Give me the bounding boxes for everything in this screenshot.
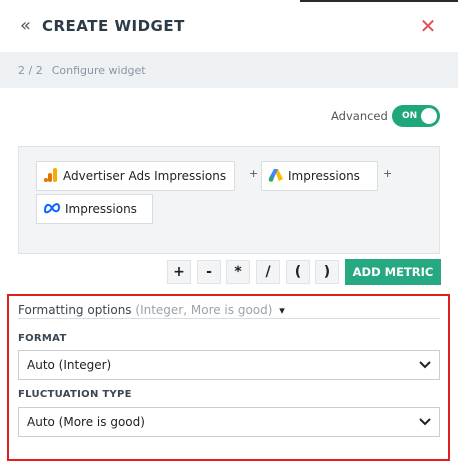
metric-chip-label: Advertiser Ads Impressions [63,169,227,183]
toggle-state-text: ON [402,111,418,121]
operator-close-paren-button[interactable]: ) [315,260,339,284]
metric-chip-label: Impressions [288,169,360,183]
divider [18,318,440,319]
operator-plus-button[interactable]: + [167,260,191,284]
step-count: 2 / 2 [18,63,43,77]
operator-multiply-button[interactable]: * [226,260,250,284]
format-label: FORMAT [18,333,67,344]
format-select-value: Auto (Integer) [27,358,112,372]
step-label: Configure widget [51,63,146,77]
formatting-options-toggle[interactable]: Formatting options (Integer, More is goo… [18,302,285,319]
metric-plus-sign: + [249,167,259,180]
metric-chip-meta-impressions[interactable]: Impressions [36,194,153,224]
metric-plus-sign: + [383,167,393,180]
operator-open-paren-button[interactable]: ( [286,260,310,284]
page-title: CREATE WIDGET [42,17,185,35]
chevron-down-icon [419,408,431,436]
fluctuation-type-select[interactable]: Auto (More is good) [18,407,440,437]
meta-icon [43,202,61,217]
toggle-knob [421,108,437,124]
operator-divide-button[interactable]: / [256,260,280,284]
metric-formula-box[interactable]: Advertiser Ads Impressions + Impressions… [18,146,440,254]
widget-header: « CREATE WIDGET ✕ [0,0,458,52]
metric-chip-advertiser-ads-impressions[interactable]: Advertiser Ads Impressions [36,161,236,191]
fluctuation-type-label: FLUCTUATION TYPE [18,389,132,400]
advanced-toggle[interactable]: ON [392,105,440,127]
chevron-down-icon [419,351,431,379]
step-indicator: 2 / 2 Configure widget [0,52,458,88]
double-chevron-left-icon[interactable]: « [20,16,38,36]
fluctuation-select-value: Auto (More is good) [27,415,145,429]
metric-chip-google-ads-impressions[interactable]: Impressions [261,161,378,191]
google-analytics-icon [43,167,59,186]
metric-chip-label: Impressions [65,202,137,216]
chevron-down-icon: ▾ [279,304,285,317]
add-metric-button[interactable]: ADD METRIC [345,259,441,285]
advanced-label: Advanced [331,109,388,123]
formatting-title: Formatting options [18,303,132,317]
google-ads-icon [268,167,284,186]
operator-minus-button[interactable]: - [197,260,221,284]
formatting-summary: (Integer, More is good) [135,303,273,317]
close-icon[interactable]: ✕ [419,16,437,36]
format-select[interactable]: Auto (Integer) [18,350,440,380]
